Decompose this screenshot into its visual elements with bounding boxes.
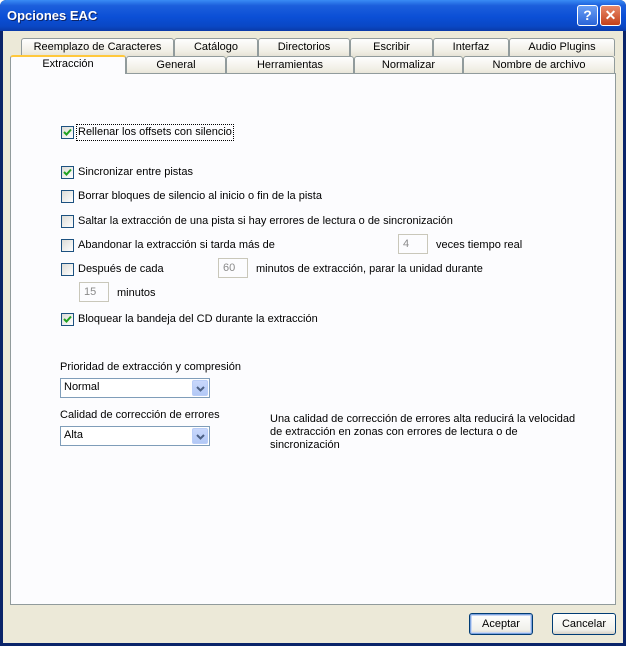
window-title: Opciones EAC xyxy=(7,8,98,23)
tab-general[interactable]: General xyxy=(126,56,226,74)
check-mark-icon xyxy=(63,128,72,136)
extraction-minutes-input[interactable]: 60 xyxy=(218,258,248,278)
after-each-label[interactable]: Después de cada xyxy=(78,262,164,277)
lock-tray-checkbox[interactable] xyxy=(61,313,74,326)
options-dialog: Opciones EAC ? ✕ Reemplazo de Caracteres… xyxy=(0,0,626,646)
priority-select[interactable]: Normal xyxy=(60,378,210,398)
delete-silence-label[interactable]: Borrar bloques de silencio al inicio o f… xyxy=(78,189,322,204)
pause-minutes-suffix: minutos xyxy=(117,287,156,299)
chevron-down-icon[interactable] xyxy=(192,428,208,444)
tab-catalogo[interactable]: Catálogo xyxy=(174,38,258,56)
tab-extraccion[interactable]: Extracción xyxy=(10,55,126,74)
pause-minutes-input[interactable]: 15 xyxy=(79,282,109,302)
realtime-factor-input[interactable]: 4 xyxy=(398,234,428,254)
delete-silence-checkbox[interactable] xyxy=(61,190,74,203)
abandon-slow-checkbox[interactable] xyxy=(61,239,74,252)
tab-directorios[interactable]: Directorios xyxy=(258,38,350,56)
extraction-minutes-suffix: minutos de extracción, parar la unidad d… xyxy=(256,263,483,275)
skip-errors-checkbox[interactable] xyxy=(61,215,74,228)
after-each-checkbox[interactable] xyxy=(61,263,74,276)
realtime-factor-suffix: veces tiempo real xyxy=(436,239,523,251)
tab-interfaz[interactable]: Interfaz xyxy=(433,38,509,56)
check-mark-icon xyxy=(63,168,72,176)
skip-errors-label[interactable]: Saltar la extracción de una pista si hay… xyxy=(78,214,453,229)
priority-value: Normal xyxy=(64,381,100,393)
tab-normalizar[interactable]: Normalizar xyxy=(354,56,463,74)
sync-tracks-checkbox[interactable] xyxy=(61,166,74,179)
tab-audio-plugins[interactable]: Audio Plugins xyxy=(509,38,615,56)
tab-herramientas[interactable]: Herramientas xyxy=(226,56,354,74)
tab-escribir[interactable]: Escribir xyxy=(350,38,433,56)
ok-button[interactable]: Aceptar xyxy=(469,613,533,635)
tab-nombre-de-archivo[interactable]: Nombre de archivo xyxy=(463,56,615,74)
tab-reemplazo-caracteres[interactable]: Reemplazo de Caracteres xyxy=(21,38,174,56)
quality-note: Una calidad de corrección de errores alt… xyxy=(270,413,576,451)
abandon-slow-label[interactable]: Abandonar la extracción si tarda más de xyxy=(78,238,275,253)
dialog-client-area: Reemplazo de Caracteres Catálogo Directo… xyxy=(3,31,623,643)
quality-select[interactable]: Alta xyxy=(60,426,210,446)
lock-tray-label[interactable]: Bloquear la bandeja del CD durante la ex… xyxy=(78,312,318,327)
sync-tracks-label[interactable]: Sincronizar entre pistas xyxy=(78,165,193,180)
close-button[interactable]: ✕ xyxy=(600,5,621,26)
priority-label: Prioridad de extracción y compresión xyxy=(60,361,241,373)
check-mark-icon xyxy=(63,315,72,323)
title-bar[interactable]: Opciones EAC ? ✕ xyxy=(0,0,626,31)
quality-value: Alta xyxy=(64,429,83,441)
help-button[interactable]: ? xyxy=(577,5,598,26)
fill-offsets-label[interactable]: Rellenar los offsets con silencio xyxy=(76,124,234,141)
fill-offsets-checkbox[interactable] xyxy=(61,126,74,139)
chevron-down-icon[interactable] xyxy=(192,380,208,396)
tab-panel-extraccion: Rellenar los offsets con silencio Sincro… xyxy=(10,73,616,605)
cancel-button[interactable]: Cancelar xyxy=(552,613,616,635)
quality-label: Calidad de corrección de errores xyxy=(60,409,220,421)
